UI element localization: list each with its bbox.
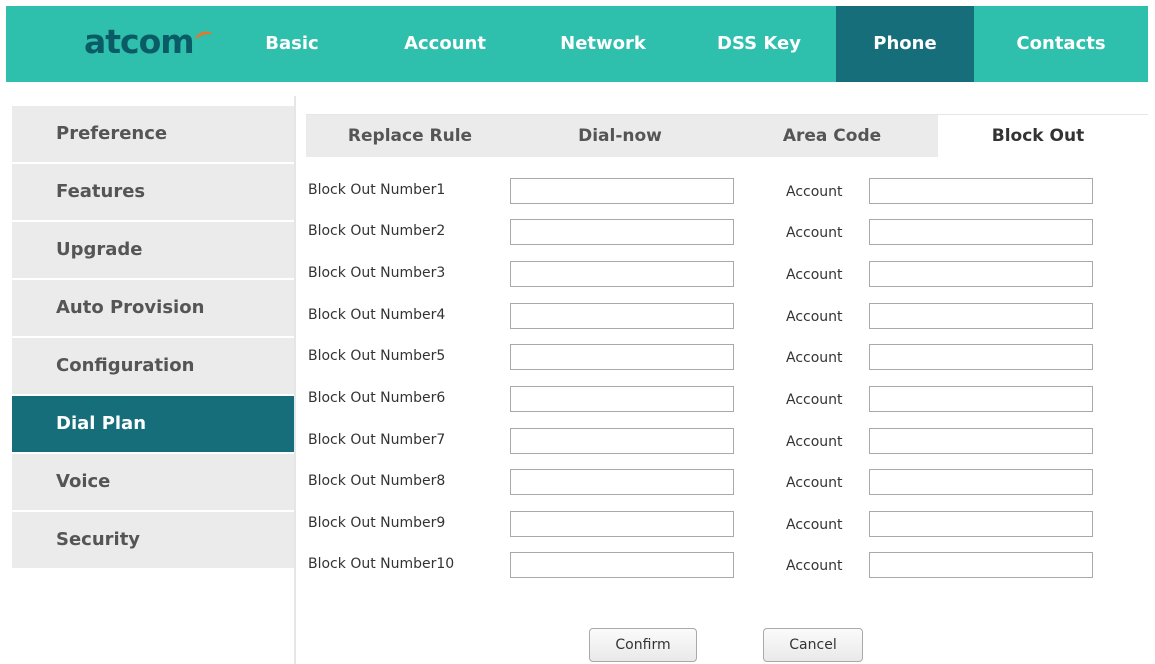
- block-out-number-label: Block Out Number3: [308, 265, 446, 281]
- block-out-number-input[interactable]: [510, 386, 734, 412]
- account-input[interactable]: [869, 428, 1093, 454]
- block-out-number-input[interactable]: [510, 552, 734, 578]
- sidebar: Preference Features Upgrade Auto Provisi…: [12, 106, 294, 570]
- account-label: Account: [786, 225, 843, 241]
- logo-text: atcom: [84, 22, 195, 61]
- block-out-number-label: Block Out Number10: [308, 556, 455, 572]
- tab-block-out[interactable]: Block Out: [938, 115, 1138, 157]
- sidebar-item-preference[interactable]: Preference: [12, 106, 294, 162]
- block-out-number-label: Block Out Number2: [308, 223, 446, 239]
- dial-plan-tabs: Replace Rule Dial-now Area Code Block Ou…: [306, 114, 1148, 157]
- tab-dial-now[interactable]: Dial-now: [514, 115, 726, 157]
- block-out-number-input[interactable]: [510, 303, 734, 329]
- account-input[interactable]: [869, 303, 1093, 329]
- sidebar-item-auto-provision[interactable]: Auto Provision: [12, 280, 294, 336]
- account-label: Account: [786, 309, 843, 325]
- account-input[interactable]: [869, 386, 1093, 412]
- block-out-number-input[interactable]: [510, 219, 734, 245]
- cancel-button[interactable]: Cancel: [763, 628, 863, 662]
- block-out-number-input[interactable]: [510, 469, 734, 495]
- sidebar-item-security[interactable]: Security: [12, 512, 294, 568]
- block-out-number-input[interactable]: [510, 178, 734, 204]
- account-label: Account: [786, 267, 843, 283]
- block-out-number-label: Block Out Number6: [308, 390, 446, 406]
- account-label: Account: [786, 434, 843, 450]
- account-input[interactable]: [869, 469, 1093, 495]
- account-input[interactable]: [869, 219, 1093, 245]
- account-label: Account: [786, 558, 843, 574]
- block-out-number-input[interactable]: [510, 428, 734, 454]
- block-out-number-label: Block Out Number7: [308, 432, 446, 448]
- account-label: Account: [786, 392, 843, 408]
- sidebar-item-dial-plan[interactable]: Dial Plan: [12, 396, 294, 452]
- account-label: Account: [786, 517, 843, 533]
- nav-contacts[interactable]: Contacts: [996, 6, 1126, 82]
- nav-basic[interactable]: Basic: [260, 6, 324, 82]
- nav-network[interactable]: Network: [544, 6, 662, 82]
- account-label: Account: [786, 475, 843, 491]
- top-navigation-bar: atcom Basic Account Network DSS Key Phon…: [6, 6, 1148, 82]
- account-input[interactable]: [869, 511, 1093, 537]
- block-out-number-label: Block Out Number1: [308, 182, 446, 198]
- block-out-number-input[interactable]: [510, 344, 734, 370]
- sidebar-item-voice[interactable]: Voice: [12, 454, 294, 510]
- sidebar-item-upgrade[interactable]: Upgrade: [12, 222, 294, 278]
- account-label: Account: [786, 184, 843, 200]
- confirm-button[interactable]: Confirm: [589, 628, 697, 662]
- sidebar-item-features[interactable]: Features: [12, 164, 294, 220]
- sidebar-item-configuration[interactable]: Configuration: [12, 338, 294, 394]
- block-out-number-label: Block Out Number9: [308, 515, 446, 531]
- tab-area-code[interactable]: Area Code: [726, 115, 938, 157]
- logo-swoosh-icon: [193, 29, 215, 46]
- atcom-logo[interactable]: atcom: [84, 20, 215, 64]
- block-out-number-input[interactable]: [510, 261, 734, 287]
- account-input[interactable]: [869, 344, 1093, 370]
- block-out-number-label: Block Out Number4: [308, 307, 446, 323]
- tab-replace-rule[interactable]: Replace Rule: [306, 115, 514, 157]
- nav-account[interactable]: Account: [390, 6, 500, 82]
- account-label: Account: [786, 350, 843, 366]
- block-out-number-input[interactable]: [510, 511, 734, 537]
- account-input[interactable]: [869, 552, 1093, 578]
- account-input[interactable]: [869, 178, 1093, 204]
- sidebar-divider: [294, 96, 296, 664]
- account-input[interactable]: [869, 261, 1093, 287]
- block-out-number-label: Block Out Number5: [308, 348, 446, 364]
- nav-phone[interactable]: Phone: [836, 6, 974, 82]
- block-out-number-label: Block Out Number8: [308, 473, 446, 489]
- nav-dss-key[interactable]: DSS Key: [704, 6, 814, 82]
